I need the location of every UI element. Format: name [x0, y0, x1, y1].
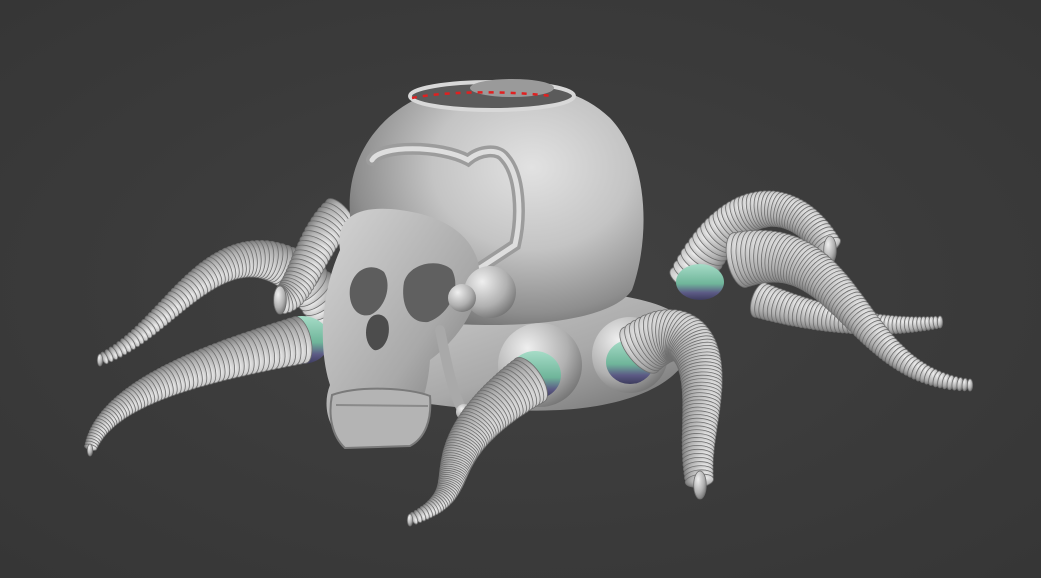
tentacle-front-left: [84, 316, 313, 457]
jaw: [329, 387, 432, 450]
tentacle-front-right-down: [619, 309, 723, 500]
3d-viewport[interactable]: [0, 0, 1041, 578]
tentacle-front-center-rib: [406, 513, 414, 527]
skull-face: [322, 208, 480, 450]
scene-canvas[interactable]: [0, 0, 1041, 578]
tentacle-back-left-high-rib: [96, 353, 104, 367]
tentacle-back-left-mid-rib: [273, 285, 287, 315]
joint-back-right: [676, 264, 724, 300]
tentacle-front-right-far-rib: [966, 378, 974, 392]
tentacle-front-left-rib: [86, 443, 94, 457]
tentacle-front-right-down-rib: [693, 470, 707, 500]
tentacle-back-right-low-rib: [936, 315, 944, 329]
